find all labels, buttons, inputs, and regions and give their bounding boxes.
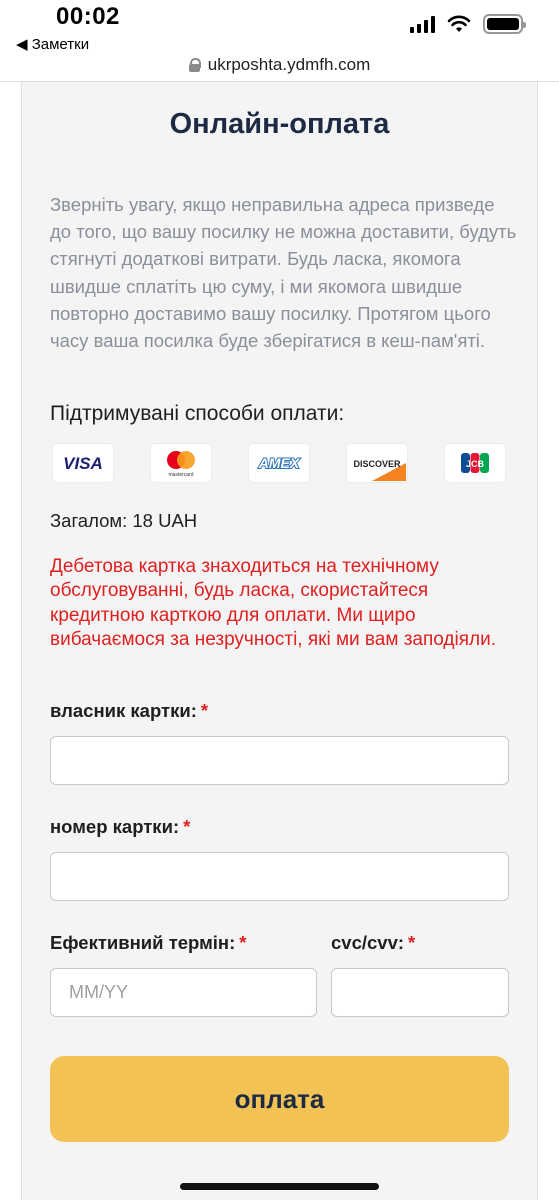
- expiry-input[interactable]: [50, 968, 317, 1017]
- amex-logo-text: AMEX: [258, 455, 301, 471]
- discover-logo-text: DISCOVER: [353, 459, 401, 469]
- address-bar[interactable]: ukrposhta.ydmfh.com: [0, 48, 559, 82]
- system-icons: [410, 14, 526, 34]
- expiry-label-text: Ефективний термін:: [50, 932, 236, 953]
- mastercard-logo: mastercard: [151, 444, 211, 482]
- visa-logo: VISA: [53, 444, 113, 482]
- card-holder-input[interactable]: [50, 736, 509, 785]
- status-time: 00:02: [56, 3, 120, 30]
- address-notice: Зверніть увагу, якщо неправильна адреса …: [50, 194, 517, 352]
- card-number-label: номер картки: *: [50, 816, 190, 838]
- status-bar: 00:02 ◀ Заметки: [0, 0, 559, 53]
- cellular-signal-icon: [410, 15, 435, 33]
- required-mark: *: [408, 932, 416, 953]
- cvc-label: cvc/cvv: *: [331, 932, 415, 954]
- debit-card-error: Дебетова картка знаходиться на технічном…: [50, 556, 496, 650]
- page-title: Онлайн-оплата: [169, 108, 390, 140]
- expiry-label: Ефективний термін: *: [50, 932, 246, 954]
- wifi-icon: [447, 15, 471, 32]
- lock-icon: [188, 57, 201, 72]
- url-text: ukrposhta.ydmfh.com: [207, 54, 371, 74]
- required-mark: *: [200, 700, 209, 721]
- order-total: Загалом: 18 UAH: [50, 510, 198, 531]
- amex-logo: AMEX: [249, 444, 309, 482]
- payment-methods-label: Підтримувані способи оплати:: [50, 402, 345, 425]
- cvc-input[interactable]: [331, 968, 509, 1017]
- mastercard-logo-text: mastercard: [168, 472, 193, 478]
- pay-button[interactable]: оплата: [50, 1056, 509, 1142]
- jcb-logo: JCB: [445, 444, 505, 482]
- payment-methods: VISA mastercard AMEX DISCOVER JCB: [53, 444, 505, 482]
- card-number-input[interactable]: [50, 852, 509, 901]
- home-indicator[interactable]: [180, 1183, 379, 1190]
- cvc-label-text: cvc/cvv:: [331, 932, 405, 953]
- discover-logo: DISCOVER: [347, 444, 407, 482]
- required-mark: *: [183, 816, 191, 837]
- card-holder-label-text: власник картки:: [50, 700, 197, 721]
- card-number-label-text: номер картки:: [50, 816, 180, 837]
- battery-icon: [483, 14, 526, 34]
- jcb-logo-text: JCB: [466, 459, 485, 469]
- required-mark: *: [239, 932, 247, 953]
- visa-logo-text: VISA: [63, 454, 103, 473]
- card-holder-label: власник картки: *: [50, 700, 208, 722]
